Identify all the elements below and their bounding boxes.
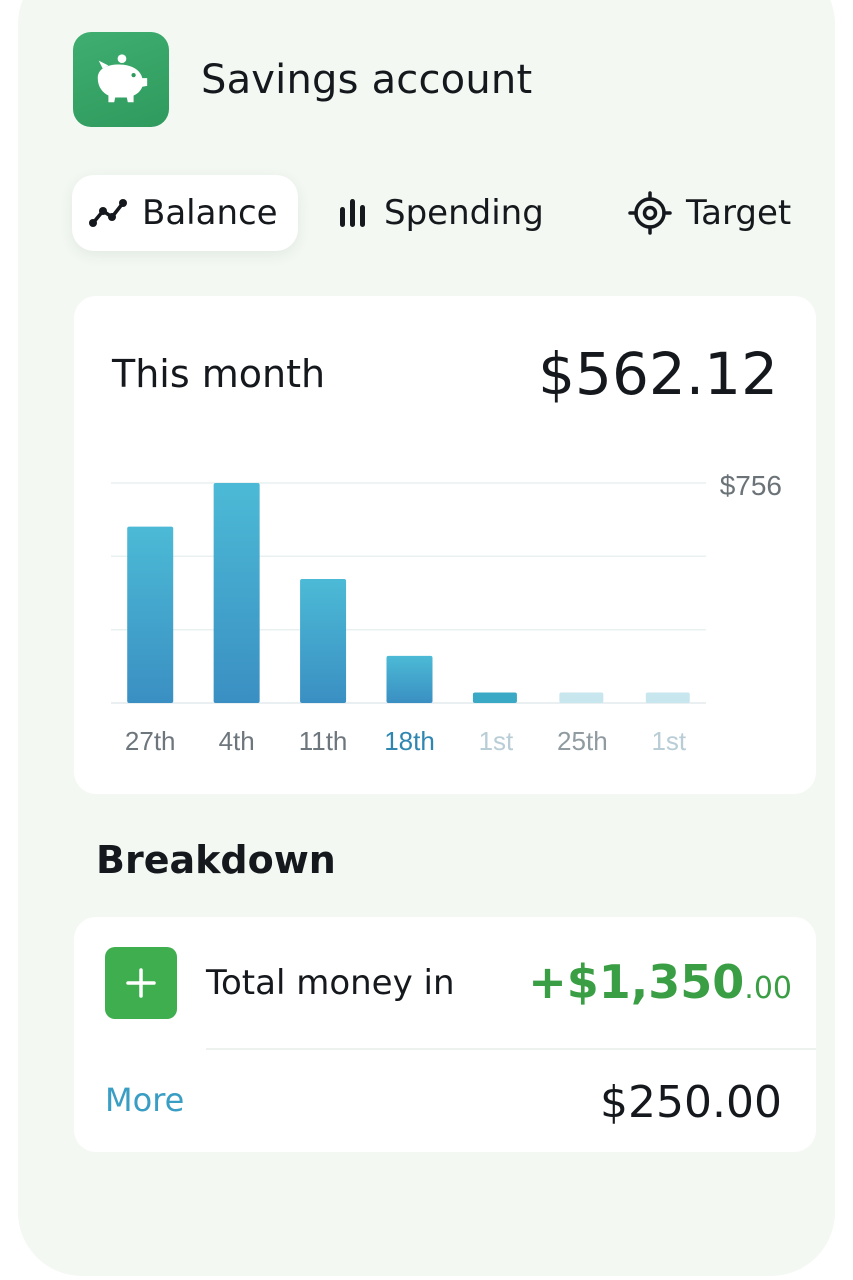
tab-label: Spending (384, 193, 544, 233)
tab-label: Target (686, 193, 792, 233)
breakdown-heading: Breakdown (96, 838, 336, 882)
bar-chart-icon (340, 199, 365, 227)
target-icon (628, 191, 672, 235)
tab-balance[interactable]: Balance (72, 175, 298, 251)
chart-x-tick-label: 25th (557, 726, 608, 756)
chart-x-tick-label: 27th (125, 726, 176, 756)
piggy-bank-icon (73, 32, 169, 127)
balance-chart: 27th 4th 11th 18th 1st 25th 1st $756 (111, 470, 782, 756)
chart-bar[interactable] (213, 483, 260, 703)
money-in-amount-cents: .00 (744, 971, 792, 1006)
chart-x-tick-label: 11th (299, 726, 348, 756)
line-graph-icon (89, 199, 127, 227)
chart-x-tick-label: 1st (651, 726, 686, 756)
breakdown-card: Total money in +$1,350.00 More $250.00 (74, 917, 816, 1152)
chart-bar[interactable] (645, 692, 690, 703)
more-link[interactable]: More (105, 1081, 184, 1119)
plus-icon (126, 968, 156, 998)
chart-x-tick-label: 18th (384, 726, 435, 756)
chart-bar[interactable] (300, 579, 347, 703)
chart-bar[interactable] (559, 692, 604, 703)
row-divider (206, 1048, 816, 1050)
chart-x-tick-label: 4th (219, 726, 255, 756)
money-in-amount: +$1,350.00 (528, 955, 792, 1009)
money-in-badge (105, 947, 177, 1019)
chart-max-label: $756 (720, 470, 782, 501)
tab-target[interactable]: Target (628, 175, 791, 251)
phone-screen: Savings account Balance Spending Target … (18, 0, 835, 1276)
tab-spending[interactable]: Spending (336, 175, 544, 251)
tab-label: Balance (142, 193, 278, 233)
app-header: Savings account (73, 32, 532, 127)
chart-bar[interactable] (127, 526, 174, 703)
more-amount: $250.00 (600, 1077, 782, 1128)
view-tabs: Balance Spending Target (72, 175, 812, 251)
chart-bar[interactable] (386, 655, 433, 703)
money-in-label: Total money in (206, 963, 455, 1003)
chart-x-tick-label: 1st (479, 726, 514, 756)
money-in-amount-main: +$1,350 (528, 955, 745, 1009)
page-title: Savings account (201, 56, 533, 103)
chart-bar[interactable] (472, 692, 517, 703)
this-month-card: This month $562.12 27th 4th 11th 18th 1st 25t… (74, 296, 816, 794)
